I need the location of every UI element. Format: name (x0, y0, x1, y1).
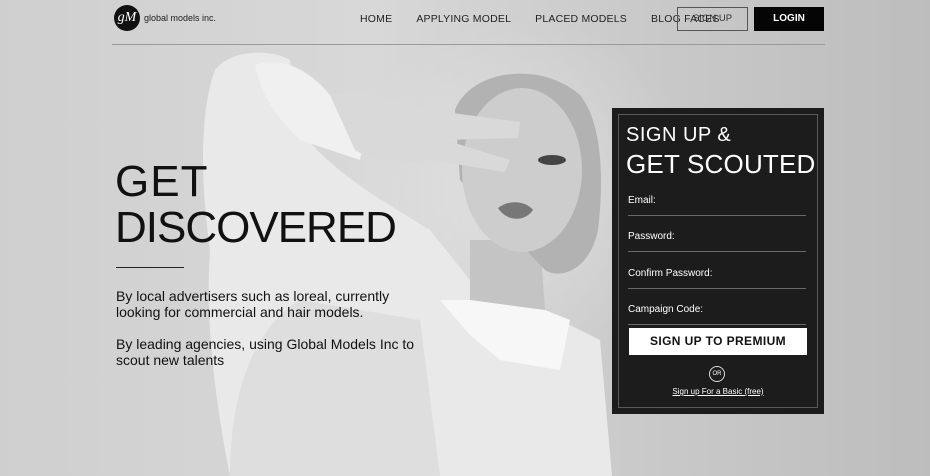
signup-title-line2: GET SCOUTED (626, 149, 816, 179)
password-field[interactable]: Password: (628, 223, 810, 253)
nav-home[interactable]: HOME (360, 13, 392, 25)
signup-title-line1: SIGN UP & (626, 124, 732, 146)
campaign-code-field[interactable]: Campaign Code: (628, 296, 810, 326)
email-field[interactable]: Email: (628, 187, 810, 217)
email-input[interactable] (628, 187, 810, 217)
confirm-password-input[interactable] (628, 260, 810, 290)
or-separator: OR (709, 366, 725, 382)
header-signup-button[interactable]: SIGN UP (677, 7, 748, 31)
headline-line2: DISCOVERED (115, 203, 397, 252)
hero-paragraph-agencies: By leading agencies, using Global Models… (116, 336, 415, 368)
brand-name: global models inc. (144, 13, 217, 23)
top-header: gM global models inc. HOME APPLYING MODE… (112, 0, 825, 45)
password-input[interactable] (628, 223, 810, 253)
logo-mark: gM (114, 5, 140, 31)
header-login-button[interactable]: LOGIN (754, 7, 824, 31)
campaign-code-input[interactable] (628, 296, 810, 326)
signup-basic-link[interactable]: Sign up For a Basic (free) (619, 387, 817, 396)
brand-logo[interactable]: gM global models inc. (114, 5, 216, 31)
hero-headline: GET DISCOVERED (115, 157, 397, 252)
hero-paragraph-advertisers: By local advertisers such as loreal, cur… (116, 288, 390, 320)
nav-applying-model[interactable]: APPLYING MODEL (416, 13, 511, 25)
headline-line1: GET (115, 157, 209, 206)
confirm-password-field[interactable]: Confirm Password: (628, 260, 810, 290)
signup-panel: SIGN UP & GET SCOUTED Email: Password: C… (612, 108, 824, 414)
signup-premium-button[interactable]: SIGN UP TO PREMIUM (629, 328, 807, 355)
signup-panel-frame: SIGN UP & GET SCOUTED Email: Password: C… (618, 114, 818, 408)
nav-placed-models[interactable]: PLACED MODELS (535, 13, 627, 25)
headline-divider (116, 267, 184, 268)
